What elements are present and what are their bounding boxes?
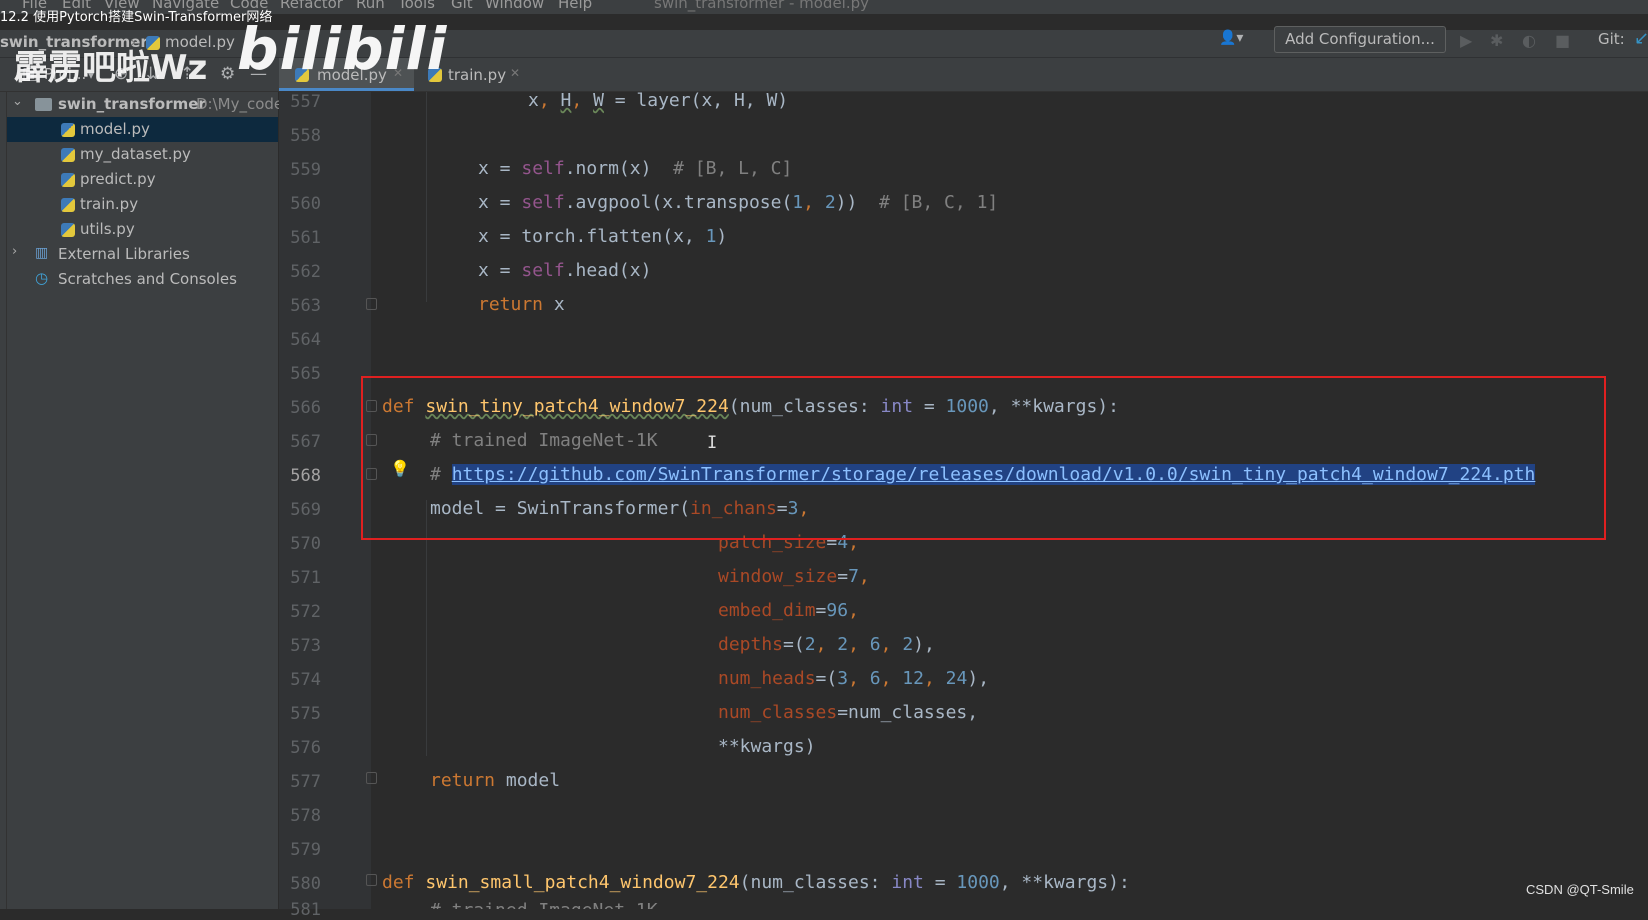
menu-help[interactable]: Help [558,0,592,12]
line-number: 578 [290,806,321,826]
git-update-icon[interactable]: ↙ [1634,28,1648,49]
menu-run[interactable]: Run [356,0,385,12]
tree-item-file[interactable]: train.py [6,192,278,217]
tree-item-label: External Libraries [58,245,190,263]
menu-window[interactable]: Window [485,0,544,12]
code-line-575[interactable]: num_classes=num_classes, [382,702,978,723]
code-line-560[interactable]: x = self.avgpool(x.transpose(1, 2)) # [B… [382,192,998,213]
tree-item-label: Scratches and Consoles [58,270,237,288]
line-number-current: 568 [290,466,321,486]
code-line-561[interactable]: x = torch.flatten(x, 1) [382,226,727,247]
line-number: 565 [290,364,321,384]
line-number: 563 [290,296,321,316]
tree-item-file[interactable]: my_dataset.py [6,142,278,167]
line-number: 560 [290,194,321,214]
line-number: 575 [290,704,321,724]
run-icon[interactable]: ▶ [1460,31,1472,50]
uploader-watermark: 霹雳吧啦Wz [14,48,208,88]
chevron-down-icon[interactable]: ⌄ [12,94,23,109]
menu-tools[interactable]: Tools [398,0,435,12]
tree-root-path: D:\My_code [196,95,284,113]
code-line-563[interactable]: return x [382,294,565,315]
csdn-credit: CSDN @QT-Smile [1526,882,1634,897]
video-title: 12.2 使用Pytorch搭建Swin-Transformer网络 [0,10,273,25]
code-line-577[interactable]: return model [382,770,560,791]
code-line-576[interactable]: **kwargs) [382,736,816,757]
fold-marker-icon[interactable] [366,772,377,784]
python-file-icon [61,198,75,212]
tree-root-name: swin_transformer [58,95,206,113]
debug-icon[interactable]: ✱ [1490,31,1503,50]
code-line-562[interactable]: x = self.head(x) [382,260,651,281]
line-number: 558 [290,126,321,146]
code-line-571[interactable]: window_size=7, [382,566,870,587]
close-icon[interactable]: ✕ [510,66,520,80]
fold-marker-icon[interactable] [366,298,377,310]
tool-window-strip [0,92,7,909]
line-number: 561 [290,228,321,248]
line-number: 571 [290,568,321,588]
line-number: 574 [290,670,321,690]
line-number: 573 [290,636,321,656]
coverage-icon[interactable]: ◐ [1522,31,1536,50]
tree-item-scratches[interactable]: ◷ Scratches and Consoles [6,267,278,292]
window-title: swin_transformer - model.py [654,0,870,12]
code-line-572[interactable]: embed_dim=96, [382,600,859,621]
folder-icon [35,98,52,111]
code-line-557[interactable]: x, H, W = layer(x, H, W) [382,90,788,111]
tree-item-label: model.py [80,120,150,138]
user-icon[interactable]: 👤▾ [1219,30,1243,46]
scratches-icon: ◷ [35,269,49,287]
code-line-580[interactable]: def swin_small_patch4_window7_224(num_cl… [382,872,1130,893]
add-configuration-button[interactable]: Add Configuration... [1274,26,1446,53]
line-number: 576 [290,738,321,758]
fold-marker-icon[interactable] [366,874,377,886]
python-file-icon [61,123,75,137]
python-file-icon [61,173,75,187]
stop-icon[interactable]: ■ [1555,31,1570,50]
tree-item-label: predict.py [80,170,156,188]
line-number: 580 [290,874,321,894]
bilibili-logo: bilibili [237,15,448,83]
menu-refactor[interactable]: Refactor [280,0,343,12]
library-icon: ▥ [35,245,49,261]
line-number: 566 [290,398,321,418]
gear-icon[interactable]: ⚙ [220,64,235,84]
code-line-574[interactable]: num_heads=(3, 6, 12, 24), [382,668,989,689]
tree-item-file[interactable]: model.py [6,117,278,142]
python-file-icon [61,223,75,237]
tree-item-label: my_dataset.py [80,145,191,163]
python-file-icon [61,148,75,162]
tree-item-external-libraries[interactable]: › ▥ External Libraries [6,242,278,267]
git-label: Git: [1598,30,1625,48]
line-number: 572 [290,602,321,622]
highlight-box [361,376,1606,540]
line-number: 564 [290,330,321,350]
line-number: 559 [290,160,321,180]
line-number: 569 [290,500,321,520]
line-number: 567 [290,432,321,452]
tree-item-label: utils.py [80,220,135,238]
tree-item-project-root[interactable]: ⌄ swin_transformer D:\My_code [6,92,283,117]
tree-item-file[interactable]: predict.py [6,167,278,192]
line-number: 557 [290,92,321,112]
menu-git[interactable]: Git [451,0,473,12]
line-number: 579 [290,840,321,860]
code-line-581[interactable]: # trained ImageNet-1K [382,900,658,909]
tree-item-label: train.py [80,195,139,213]
line-number: 570 [290,534,321,554]
code-line-573[interactable]: depths=(2, 2, 6, 2), [382,634,935,655]
line-number: 581 [290,900,321,920]
line-number: 577 [290,772,321,792]
tree-item-file[interactable]: utils.py [6,217,278,242]
chevron-right-icon[interactable]: › [12,244,17,259]
code-line-559[interactable]: x = self.norm(x) # [B, L, C] [382,158,792,179]
tab-label: train.py [448,66,507,84]
line-number: 562 [290,262,321,282]
